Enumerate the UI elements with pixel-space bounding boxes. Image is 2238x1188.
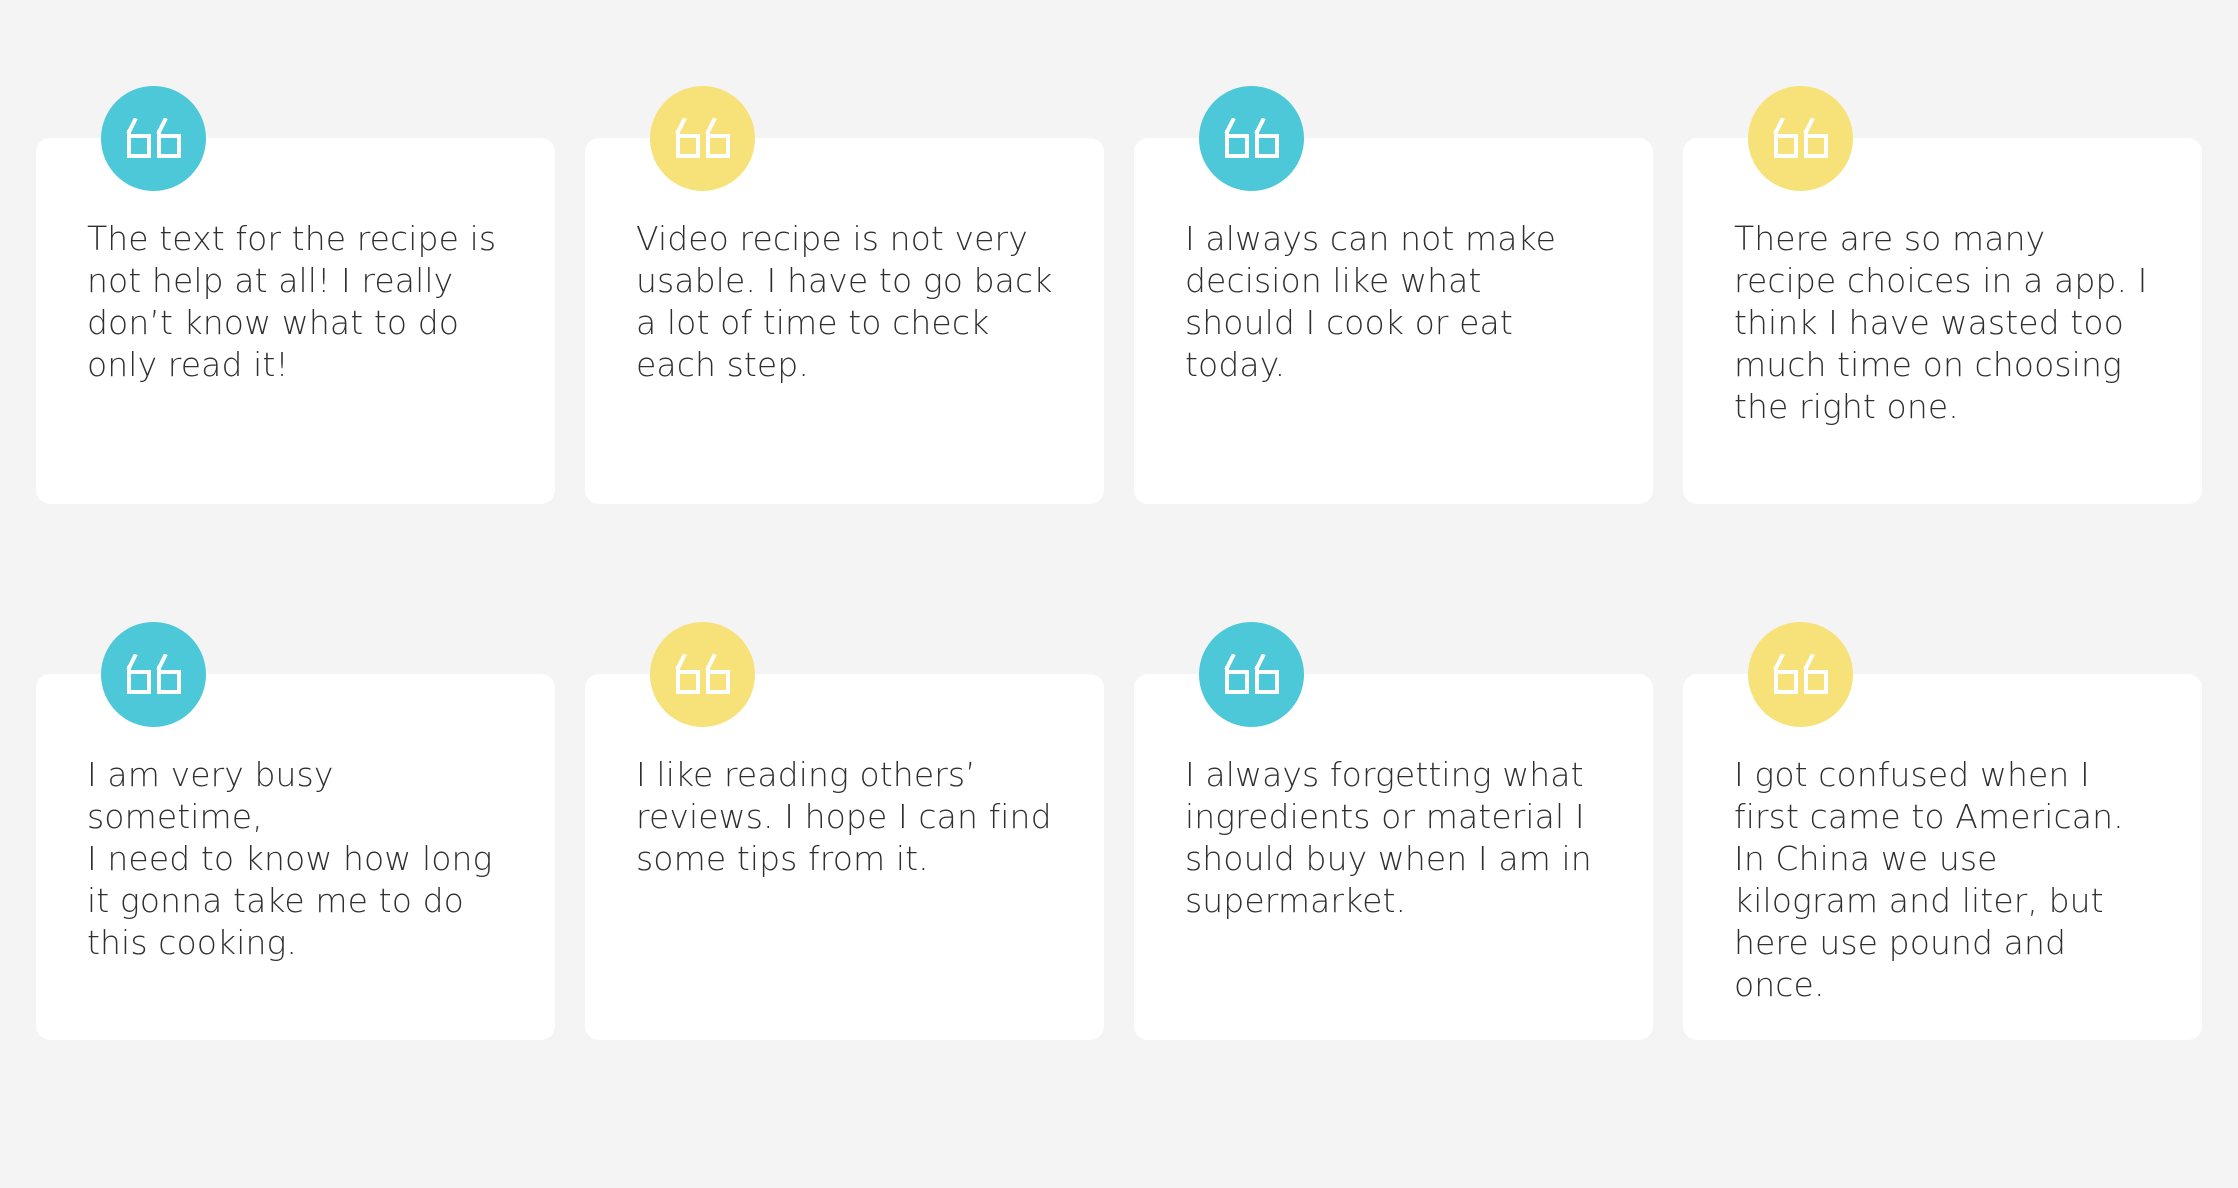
quote-open-icon xyxy=(1772,653,1828,694)
quote-card: I am very busy sometime, I need to know … xyxy=(36,620,555,1040)
quote-text: The text for the recipe is not help at a… xyxy=(87,219,497,384)
quote-open-icon xyxy=(674,117,730,158)
quote-text: I always can not make decision like what… xyxy=(1185,219,1557,384)
quote-text: I always forgetting what ingredients or … xyxy=(1185,755,1592,920)
quote-badge xyxy=(1199,86,1304,191)
quote-card: The text for the recipe is not help at a… xyxy=(36,84,555,504)
quote-open-icon xyxy=(674,653,730,694)
quote-badge xyxy=(1748,86,1853,191)
quote-badge xyxy=(1748,622,1853,727)
quote-card: I like reading others’ reviews. I hope I… xyxy=(585,620,1104,1040)
quote-badge xyxy=(650,622,755,727)
testimonial-grid: The text for the recipe is not help at a… xyxy=(36,84,2204,1040)
quote-badge xyxy=(101,86,206,191)
quote-text: I like reading others’ reviews. I hope I… xyxy=(636,755,1052,878)
quote-card: I always forgetting what ingredients or … xyxy=(1134,620,1653,1040)
quote-open-icon xyxy=(1223,653,1279,694)
quote-open-icon xyxy=(1772,117,1828,158)
quote-card: There are so many recipe choices in a ap… xyxy=(1683,84,2202,504)
quote-open-icon xyxy=(1223,117,1279,158)
quote-card: I got confused when I first came to Amer… xyxy=(1683,620,2202,1040)
quote-open-icon xyxy=(125,653,181,694)
quote-card: I always can not make decision like what… xyxy=(1134,84,1653,504)
quote-text: Video recipe is not very usable. I have … xyxy=(636,219,1053,384)
quote-text: I am very busy sometime, I need to know … xyxy=(87,755,493,962)
quote-badge xyxy=(1199,622,1304,727)
quote-text: There are so many recipe choices in a ap… xyxy=(1734,219,2148,426)
quote-card: Video recipe is not very usable. I have … xyxy=(585,84,1104,504)
quote-text: I got confused when I first came to Amer… xyxy=(1734,755,2124,1004)
quote-badge xyxy=(650,86,755,191)
quote-badge xyxy=(101,622,206,727)
quote-open-icon xyxy=(125,117,181,158)
